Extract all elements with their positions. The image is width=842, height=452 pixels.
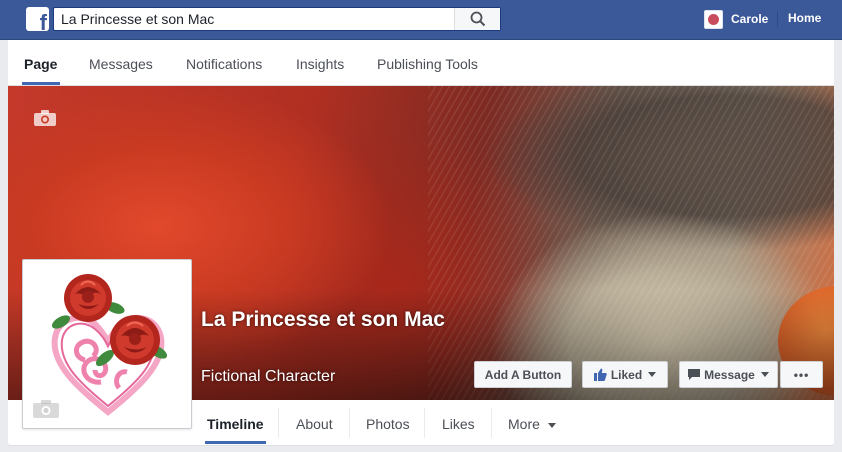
- avatar: [704, 9, 723, 29]
- more-options-label: •••: [793, 367, 810, 382]
- tab-page[interactable]: Page: [24, 56, 57, 72]
- thumbs-up-icon: [593, 368, 607, 381]
- add-a-button-label: Add A Button: [484, 367, 562, 382]
- tab-notifications[interactable]: Notifications: [186, 56, 262, 72]
- message-button-label: Message: [704, 367, 755, 382]
- home-link[interactable]: Home: [788, 11, 821, 25]
- tab-timeline[interactable]: Timeline: [207, 416, 264, 432]
- tab-about[interactable]: About: [296, 416, 333, 432]
- liked-button-label: Liked: [610, 367, 643, 382]
- search-box: [53, 7, 501, 31]
- tab-divider: [424, 408, 425, 438]
- message-bubble-icon: [688, 368, 701, 380]
- tab-publishing-tools[interactable]: Publishing Tools: [377, 56, 478, 72]
- page-admin-tabs: Page Messages Notifications Insights Pub…: [8, 40, 834, 86]
- caret-down-icon: [547, 422, 556, 428]
- tab-likes[interactable]: Likes: [442, 416, 475, 432]
- liked-button[interactable]: Liked: [582, 361, 668, 388]
- profile-picture[interactable]: [22, 259, 192, 429]
- more-options-button[interactable]: •••: [780, 361, 823, 388]
- tab-divider: [349, 408, 350, 438]
- tab-photos[interactable]: Photos: [366, 416, 410, 432]
- user-name: Carole: [731, 12, 769, 26]
- user-profile-link[interactable]: Carole: [704, 9, 768, 29]
- caret-down-icon: [648, 372, 657, 377]
- tab-messages[interactable]: Messages: [89, 56, 153, 72]
- caret-down-icon: [760, 372, 769, 377]
- page-title[interactable]: La Princesse et son Mac: [201, 305, 461, 335]
- active-tab-indicator: [205, 441, 266, 444]
- search-input[interactable]: [54, 8, 454, 30]
- search-icon: [470, 11, 486, 27]
- tab-divider: [278, 408, 279, 438]
- tab-insights[interactable]: Insights: [296, 56, 344, 72]
- camera-icon[interactable]: [33, 400, 59, 418]
- page-category[interactable]: Fictional Character: [201, 368, 335, 386]
- search-button[interactable]: [454, 8, 500, 30]
- active-tab-indicator: [22, 82, 60, 85]
- top-navigation-bar: f Carole Home: [0, 0, 842, 40]
- tab-more-label: More: [508, 416, 540, 432]
- facebook-logo-icon[interactable]: f: [26, 7, 49, 34]
- topbar-divider: [777, 11, 778, 27]
- tab-more[interactable]: More: [508, 416, 556, 432]
- message-button[interactable]: Message: [679, 361, 778, 388]
- add-a-button[interactable]: Add A Button: [474, 361, 572, 388]
- tab-divider: [491, 408, 492, 438]
- camera-icon[interactable]: [34, 110, 56, 126]
